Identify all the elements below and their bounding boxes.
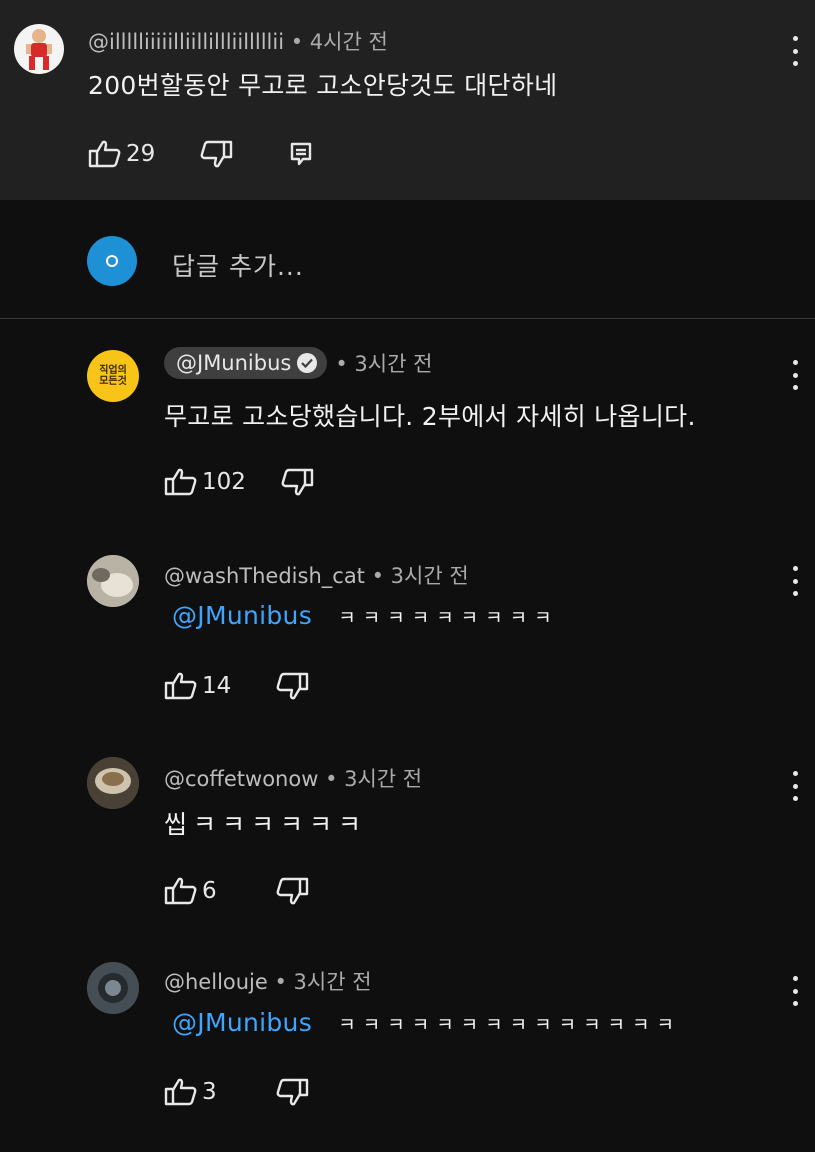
like-count: 102 bbox=[202, 469, 246, 495]
comment-meta: @illllliiiiilliillillliilllllii • 4시간 전 bbox=[88, 26, 388, 56]
dislike-icon[interactable] bbox=[275, 671, 309, 701]
reply-meta: @JMunibus • 3시간 전 bbox=[164, 347, 432, 379]
commenter-handle: @JMunibus bbox=[176, 351, 292, 375]
dislike-icon[interactable] bbox=[280, 467, 314, 497]
mention-link[interactable]: @JMunibus bbox=[172, 1008, 312, 1037]
comment-time: • 3시간 전 bbox=[274, 970, 372, 994]
add-reply-bar: 답글 추가... bbox=[0, 202, 815, 319]
like-icon[interactable] bbox=[88, 139, 122, 169]
comment-text: @JMunibus ㅋㅋㅋㅋㅋㅋㅋㅋㅋㅋㅋㅋㅋㅋ bbox=[172, 1008, 681, 1037]
more-icon[interactable] bbox=[786, 564, 804, 598]
reply-text: ㅋㅋㅋㅋㅋㅋㅋㅋㅋㅋㅋㅋㅋㅋ bbox=[338, 1014, 682, 1036]
reply-meta: @hellouje • 3시간 전 bbox=[164, 966, 372, 996]
like-count: 29 bbox=[126, 141, 156, 167]
commenter-avatar[interactable] bbox=[87, 555, 139, 607]
like-count: 14 bbox=[202, 673, 232, 699]
comment-actions: 14 bbox=[164, 666, 309, 706]
commenter-avatar[interactable] bbox=[87, 757, 139, 809]
comment-text: 200번할동안 무고로 고소안당것도 대단하네 bbox=[88, 71, 558, 100]
more-icon[interactable] bbox=[786, 974, 804, 1008]
dislike-icon[interactable] bbox=[275, 1077, 309, 1107]
comment-text: 씹ㅋㅋㅋㅋㅋㅋ bbox=[164, 805, 367, 841]
avatar-label: 직업의 모든것 bbox=[99, 365, 127, 387]
reply-meta: @washThedish_cat • 3시간 전 bbox=[164, 560, 469, 590]
reply-text: 씹ㅋㅋㅋㅋㅋㅋ bbox=[164, 810, 368, 839]
comment-text: 무고로 고소당했습니다. 2부에서 자세히 나옵니다. bbox=[164, 397, 696, 433]
like-icon[interactable] bbox=[164, 876, 198, 906]
comment-time: • 3시간 전 bbox=[325, 767, 423, 791]
comment-actions: 6 bbox=[164, 871, 309, 911]
reply-item: @washThedish_cat • 3시간 전 @JMunibus ㅋㅋㅋㅋㅋ… bbox=[0, 540, 815, 740]
user-avatar bbox=[87, 236, 137, 286]
like-icon[interactable] bbox=[164, 671, 198, 701]
mention-link[interactable]: @JMunibus bbox=[172, 601, 312, 630]
reply-icon[interactable] bbox=[289, 141, 313, 167]
more-icon[interactable] bbox=[786, 34, 804, 68]
creator-avatar[interactable]: 직업의 모든것 bbox=[87, 350, 139, 402]
comment-time: • 3시간 전 bbox=[335, 352, 433, 376]
commenter-handle[interactable]: @washThedish_cat bbox=[164, 564, 365, 588]
commenter-handle[interactable]: @illllliiiiilliillillliilllllii bbox=[88, 30, 284, 54]
reply-item: 직업의 모든것 @JMunibus • 3시간 전 무고로 고소당했습니다. 2… bbox=[0, 320, 815, 520]
more-icon[interactable] bbox=[786, 769, 804, 803]
comment-actions: 3 bbox=[164, 1072, 309, 1112]
reply-item: @coffetwonow • 3시간 전 씹ㅋㅋㅋㅋㅋㅋ 6 bbox=[0, 745, 815, 945]
creator-handle-badge[interactable]: @JMunibus bbox=[164, 347, 328, 379]
like-icon[interactable] bbox=[164, 1077, 198, 1107]
commenter-avatar[interactable] bbox=[14, 24, 64, 74]
like-icon[interactable] bbox=[164, 467, 198, 497]
commenter-avatar[interactable] bbox=[87, 962, 139, 1014]
reply-meta: @coffetwonow • 3시간 전 bbox=[164, 763, 422, 793]
reply-text: ㅋㅋㅋㅋㅋㅋㅋㅋㅋ bbox=[338, 607, 559, 629]
more-icon[interactable] bbox=[786, 358, 804, 392]
commenter-handle[interactable]: @hellouje bbox=[164, 970, 268, 994]
dislike-icon[interactable] bbox=[275, 876, 309, 906]
reply-item: @hellouje • 3시간 전 @JMunibus ㅋㅋㅋㅋㅋㅋㅋㅋㅋㅋㅋㅋ… bbox=[0, 950, 815, 1150]
parent-comment: @illllliiiiilliillillliilllllii • 4시간 전 … bbox=[0, 0, 815, 200]
verified-icon bbox=[297, 353, 318, 373]
like-count: 3 bbox=[202, 1079, 217, 1105]
comment-time: • 4시간 전 bbox=[290, 30, 388, 54]
reply-text: 무고로 고소당했습니다. 2부에서 자세히 나옵니다. bbox=[164, 402, 696, 431]
like-count: 6 bbox=[202, 878, 217, 904]
reply-input[interactable]: 답글 추가... bbox=[172, 247, 304, 283]
comment-actions: 29 bbox=[88, 134, 313, 174]
commenter-handle[interactable]: @coffetwonow bbox=[164, 767, 318, 791]
dislike-icon[interactable] bbox=[199, 139, 233, 169]
comment-actions: 102 bbox=[164, 462, 314, 502]
comment-time: • 3시간 전 bbox=[371, 564, 469, 588]
comment-text: @JMunibus ㅋㅋㅋㅋㅋㅋㅋㅋㅋ bbox=[172, 601, 559, 630]
